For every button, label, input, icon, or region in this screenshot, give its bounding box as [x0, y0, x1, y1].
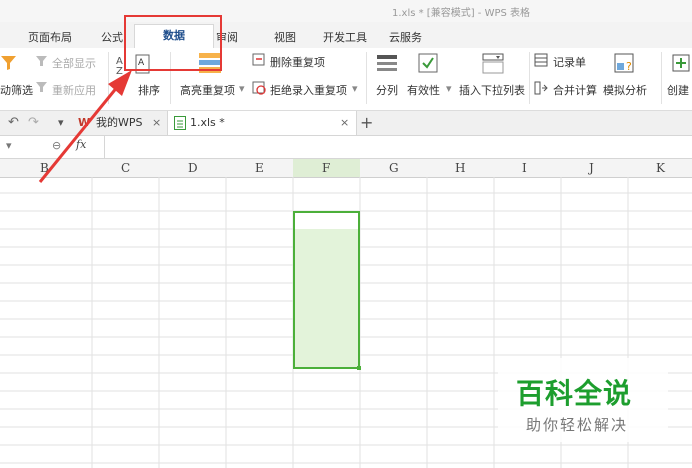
watermark: 百科全说 助你轻松解决	[498, 358, 668, 442]
watermark-title: 百科全说	[516, 377, 633, 410]
watermark-subtitle: 助你轻松解决	[526, 416, 629, 434]
